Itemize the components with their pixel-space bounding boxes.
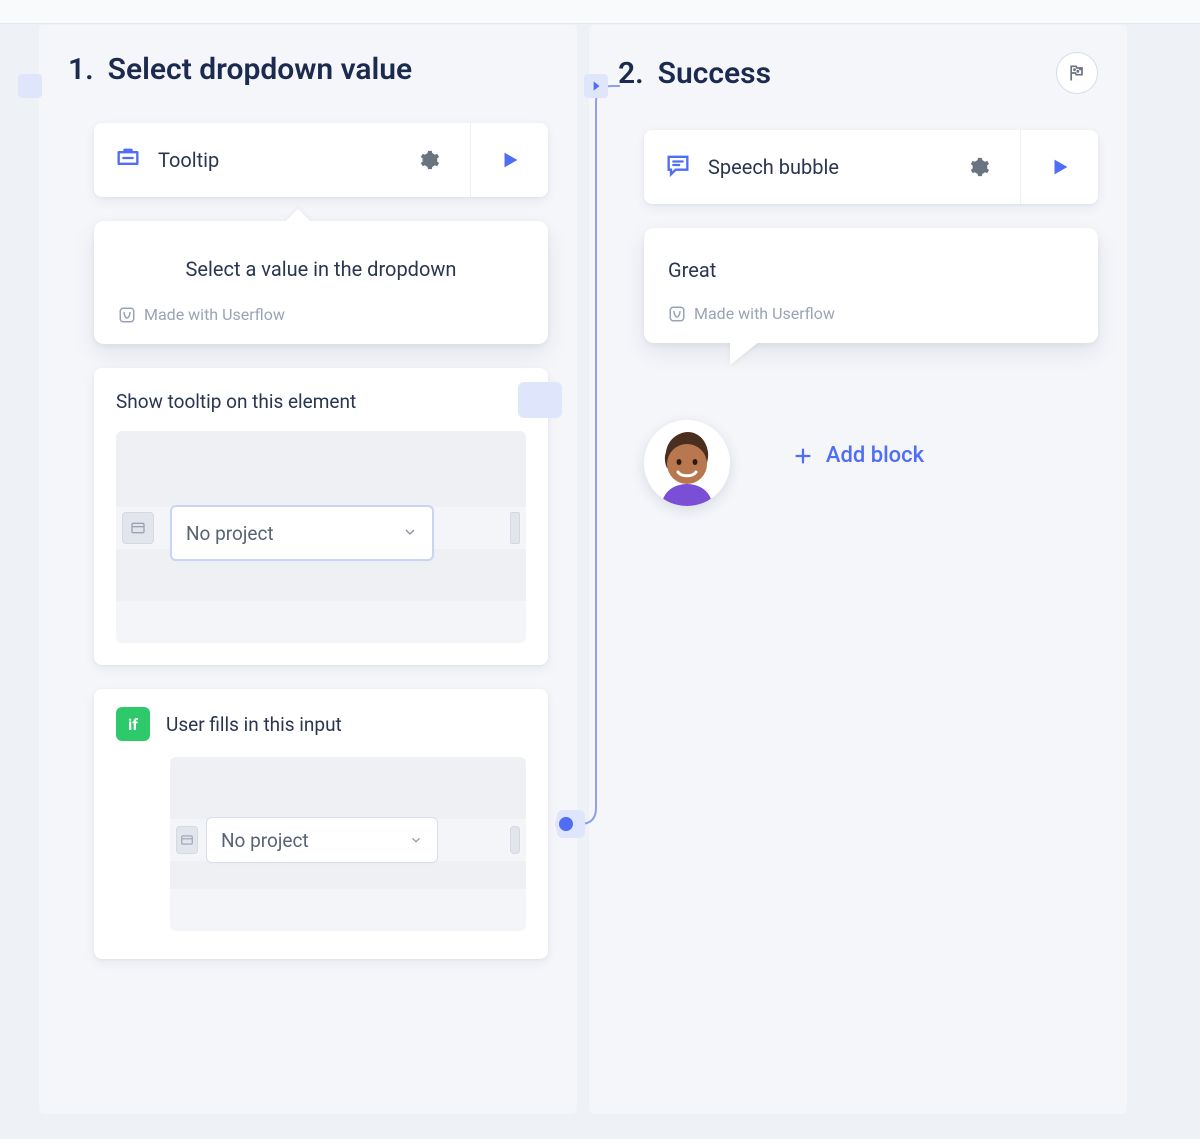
speech-tail-icon [730,341,760,365]
section-side-tab[interactable] [518,382,562,418]
step-header-2[interactable]: 2. Success [588,24,1128,114]
flow-canvas: 1. Select dropdown value Tooltip [0,24,1200,1115]
dropdown-value: No project [186,522,274,545]
trigger-card[interactable]: if User fills in this input No project [94,689,548,959]
tooltip-preview-text: Select a value in the dropdown [118,257,524,281]
speech-preview[interactable]: Great Made with Userflow [644,228,1098,343]
block-type-label: Speech bubble [708,155,942,179]
top-bar [0,0,1200,24]
connector-source-dot[interactable] [555,813,577,835]
gear-icon[interactable] [958,146,1000,188]
element-preview: No project [116,431,526,643]
section-title: Show tooltip on this element [116,390,526,413]
attribution-text: Made with Userflow [144,305,285,324]
trigger-title: User fills in this input [166,713,342,736]
block-card-tooltip[interactable]: Tooltip [94,123,548,197]
dropdown-value: No project [221,829,309,852]
step-header-1[interactable]: 1. Select dropdown value [38,24,578,107]
step-number: 1. [68,52,94,87]
step-title: Select dropdown value [108,52,548,87]
userflow-logo-icon [118,306,136,324]
block-main: Tooltip [94,139,470,181]
goal-flag-button[interactable] [1056,52,1098,94]
tooltip-arrow-icon [284,209,312,223]
block-type-label: Tooltip [158,148,392,172]
speech-bubble-icon [664,151,692,183]
step-column-1: 1. Select dropdown value Tooltip [38,24,578,1115]
gear-icon[interactable] [408,139,450,181]
chevron-down-icon [402,522,418,545]
play-button[interactable] [1020,130,1098,204]
play-button[interactable] [470,123,548,197]
trigger-dropdown[interactable]: No project [206,817,438,863]
preview-placeholder-icon [510,826,520,854]
step-column-2: 2. Success Speech bubble [588,24,1128,1115]
step-number: 2. [618,56,644,91]
add-block-label: Add block [826,443,924,468]
if-badge: if [116,707,150,741]
block-row: Speech bubble [644,130,1098,204]
trigger-header: if User fills in this input [116,707,526,741]
block-row: Tooltip [94,123,548,197]
chevron-down-icon [409,829,423,852]
userflow-logo-icon [668,305,686,323]
attribution: Made with Userflow [668,304,1074,323]
trigger-element-preview: No project [170,757,526,931]
step-input-port[interactable] [18,74,42,98]
chevron-right-icon [589,79,603,93]
element-target-section[interactable]: Show tooltip on this element No project [94,368,548,665]
block-card-speech[interactable]: Speech bubble [644,130,1098,204]
preview-placeholder-icon [510,512,520,544]
block-main: Speech bubble [644,146,1020,188]
tooltip-preview[interactable]: Select a value in the dropdown Made with… [94,221,548,344]
preview-placeholder-icon [176,826,198,854]
connector-target-port[interactable] [584,74,608,98]
attribution: Made with Userflow [118,305,524,324]
step-title: Success [658,56,1056,91]
preview-placeholder-icon [122,512,154,544]
tooltip-icon [114,144,142,176]
speech-preview-text: Great [668,258,1074,282]
target-dropdown[interactable]: No project [170,505,434,561]
avatar [644,420,730,506]
attribution-text: Made with Userflow [694,304,835,323]
flag-icon [1067,63,1087,83]
plus-icon [792,445,814,467]
